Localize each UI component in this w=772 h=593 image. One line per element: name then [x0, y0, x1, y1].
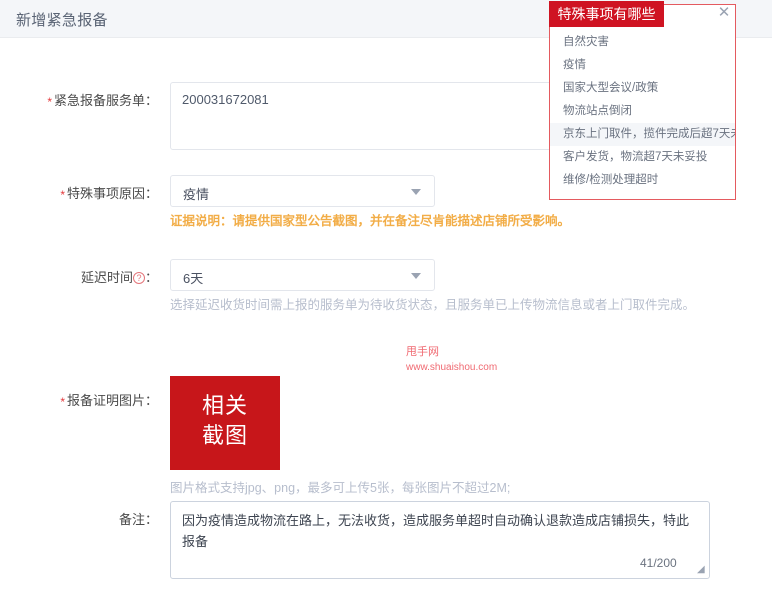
watermark-site-name: 甩手网: [406, 345, 497, 360]
required-marker: *: [60, 395, 65, 409]
chevron-down-icon: [411, 273, 421, 279]
thumb-line-1: 相关: [170, 391, 280, 421]
label-delay-time-colon: ：: [145, 270, 158, 285]
delay-time-select[interactable]: 6天: [170, 259, 435, 291]
special-reason-hint: 证据说明：请提供国家型公告截图，并在备注尽肯能描述店铺所受影响。: [170, 211, 750, 231]
delay-time-value: 6天: [183, 268, 203, 287]
popup-item-list: 自然灾害 疫情 国家大型会议/政策 物流站点倒闭 京东上门取件，揽件完成后超7天…: [550, 31, 735, 192]
label-remark-text: 备注：: [119, 512, 158, 527]
list-item[interactable]: 京东上门取件，揽件完成后超7天未妥投: [550, 123, 735, 146]
special-items-popup: 特殊事项有哪些 ✕ 自然灾害 疫情 国家大型会议/政策 物流站点倒闭 京东上门取…: [549, 4, 736, 200]
list-item[interactable]: 物流站点倒闭: [550, 100, 735, 123]
label-proof-images-text: 报备证明图片：: [67, 393, 158, 408]
label-special-reason: *特殊事项原因：: [28, 183, 158, 202]
label-remark: 备注：: [28, 509, 158, 528]
remark-input[interactable]: [170, 501, 710, 579]
remark-char-counter: 41/200: [640, 556, 677, 570]
watermark-url: www.shuaishou.com: [406, 360, 497, 375]
popup-title: 特殊事项有哪些: [549, 1, 664, 27]
list-item[interactable]: 客户发货，物流超7天未妥投: [550, 146, 735, 169]
question-mark-icon[interactable]: ?: [133, 272, 145, 284]
delay-time-hint: 选择延迟收货时间需上报的服务单为待收货状态，且服务单已上传物流信息或者上门取件完…: [170, 295, 750, 315]
proof-image-thumbnail[interactable]: 相关 截图: [170, 376, 280, 470]
close-icon[interactable]: ✕: [713, 2, 735, 24]
list-item[interactable]: 国家大型会议/政策: [550, 77, 735, 100]
resize-handle-icon[interactable]: ◢: [697, 565, 707, 575]
thumb-line-2: 截图: [170, 421, 280, 451]
proof-images-hint: 图片格式支持jpg、png，最多可上传5张，每张图片不超过2M;: [170, 478, 750, 498]
required-marker: *: [47, 95, 52, 109]
list-item[interactable]: 疫情: [550, 54, 735, 77]
label-service-order: *紧急报备服务单：: [28, 90, 158, 109]
chevron-down-icon: [411, 189, 421, 195]
watermark: 甩手网 www.shuaishou.com: [406, 345, 497, 375]
label-special-reason-text: 特殊事项原因：: [67, 186, 158, 201]
list-item[interactable]: 维修/检测处理超时: [550, 169, 735, 192]
page-title: 新增紧急报备: [16, 9, 108, 30]
required-marker: *: [60, 188, 65, 202]
label-delay-time-text: 延迟时间: [81, 270, 133, 285]
label-proof-images: *报备证明图片：: [28, 390, 158, 409]
label-service-order-text: 紧急报备服务单：: [54, 93, 158, 108]
list-item[interactable]: 自然灾害: [550, 31, 735, 54]
label-delay-time: 延迟时间?：: [28, 267, 158, 286]
special-reason-select[interactable]: 疫情: [170, 175, 435, 207]
special-reason-value: 疫情: [183, 184, 209, 203]
